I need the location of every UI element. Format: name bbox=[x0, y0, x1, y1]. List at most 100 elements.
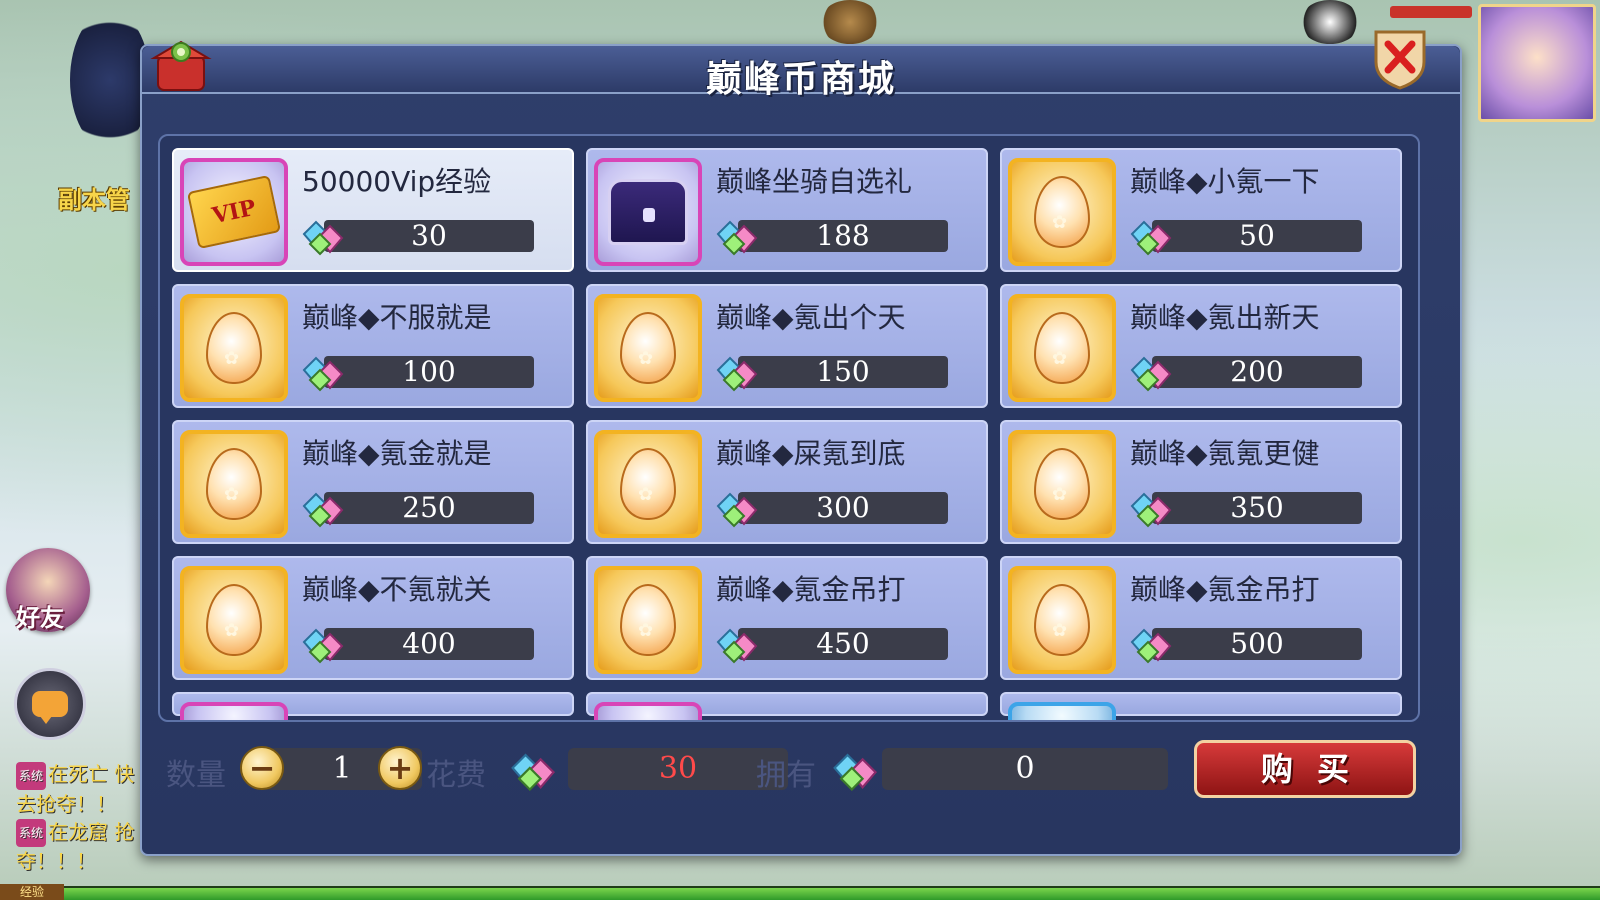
quantity-label: 数量 bbox=[166, 758, 226, 793]
shop-item-card[interactable]: 巅峰◆小氪一下 50 bbox=[1000, 148, 1402, 272]
peak-coin-icon bbox=[716, 220, 758, 256]
egg-icon bbox=[1034, 448, 1090, 520]
shop-item-card[interactable]: 巅峰◆屎氪到底 300 bbox=[586, 420, 988, 544]
item-price: 188 bbox=[738, 220, 948, 252]
chat-bubble-icon bbox=[32, 691, 68, 724]
item-name: 巅峰◆屎氪到底 bbox=[716, 437, 906, 470]
increase-quantity-button[interactable]: + bbox=[378, 746, 422, 790]
item-icon-frame: VIP bbox=[180, 158, 288, 266]
peak-coin-icon bbox=[1130, 628, 1172, 664]
item-name: 巅峰◆氪金吊打 bbox=[1130, 573, 1320, 606]
item-price: 250 bbox=[324, 492, 534, 524]
item-price: 30 bbox=[324, 220, 534, 252]
system-tag: 系统 bbox=[16, 819, 47, 847]
vip-card-icon: VIP bbox=[186, 174, 282, 250]
peak-coin-icon bbox=[716, 356, 758, 392]
system-message-list: 系统 在死亡 快去抢夺！！ 系统 在龙窟 抢夺！！！ bbox=[16, 760, 146, 875]
shop-item-card[interactable]: 巅峰◆氪金吊打 450 bbox=[586, 556, 988, 680]
shop-item-card-partial[interactable] bbox=[586, 692, 988, 720]
friend-label: 好友 bbox=[16, 604, 64, 632]
peak-coin-shop-dialog: 巅峰币商城 VIP 50000Vip经验 30 巅峰坐骑自选礼 188 ✿ 巅峰… bbox=[140, 30, 1462, 856]
peak-coin-icon bbox=[302, 356, 344, 392]
item-name: 50000Vip经验 bbox=[302, 165, 492, 198]
enemy-hp-bar bbox=[1390, 6, 1472, 18]
player-portrait-avatar[interactable] bbox=[1478, 4, 1596, 122]
item-icon-frame bbox=[594, 158, 702, 266]
item-icon-frame bbox=[1008, 294, 1116, 402]
item-name: 巅峰◆氪出新天 bbox=[1130, 301, 1320, 334]
peak-coin-icon bbox=[302, 220, 344, 256]
item-icon-frame bbox=[180, 702, 288, 720]
egg-icon bbox=[620, 584, 676, 656]
shop-item-card[interactable]: VIP 50000Vip经验 30 bbox=[172, 148, 574, 272]
peak-coin-icon bbox=[1130, 220, 1172, 256]
item-price: 200 bbox=[1152, 356, 1362, 388]
shop-item-card[interactable]: 巅峰◆氪出新天 200 bbox=[1000, 284, 1402, 408]
egg-icon bbox=[206, 312, 262, 384]
cost-value: 30 bbox=[568, 748, 788, 790]
item-icon-frame bbox=[1008, 430, 1116, 538]
item-icon-frame bbox=[1008, 566, 1116, 674]
item-grid-panel: VIP 50000Vip经验 30 巅峰坐骑自选礼 188 ✿ 巅峰◆小氪一下 … bbox=[158, 134, 1420, 722]
shop-item-card[interactable]: 巅峰◆氪金就是 250 bbox=[172, 420, 574, 544]
item-icon-frame bbox=[594, 566, 702, 674]
item-grid: VIP 50000Vip经验 30 巅峰坐骑自选礼 188 ✿ 巅峰◆小氪一下 … bbox=[172, 148, 1402, 720]
system-message: 系统 在死亡 快去抢夺！！ bbox=[16, 760, 146, 818]
item-name: 巅峰◆不服就是 bbox=[302, 301, 492, 334]
item-name: 巅峰◆氪出个天 bbox=[716, 301, 906, 334]
item-price: 350 bbox=[1152, 492, 1362, 524]
item-icon-frame bbox=[594, 430, 702, 538]
item-name: 巅峰◆小氪一下 bbox=[1130, 165, 1320, 198]
item-name: 巅峰◆氪金就是 bbox=[302, 437, 492, 470]
peak-coin-icon bbox=[833, 753, 878, 791]
peak-coin-icon bbox=[1130, 356, 1172, 392]
egg-icon bbox=[206, 448, 262, 520]
treasure-chest-icon bbox=[608, 179, 688, 245]
chat-button[interactable] bbox=[14, 668, 86, 740]
item-icon-frame bbox=[180, 430, 288, 538]
item-icon-frame bbox=[180, 566, 288, 674]
item-price: 450 bbox=[738, 628, 948, 660]
item-name: 巅峰◆氪金吊打 bbox=[716, 573, 906, 606]
item-name: 巅峰◆氪氪更健 bbox=[1130, 437, 1320, 470]
panda-npc bbox=[1300, 0, 1360, 44]
shop-item-card[interactable]: 巅峰坐骑自选礼 188 bbox=[586, 148, 988, 272]
peak-coin-icon bbox=[511, 753, 556, 791]
decrease-quantity-button[interactable]: − bbox=[240, 746, 284, 790]
shop-item-card[interactable]: 巅峰◆不服就是 100 bbox=[172, 284, 574, 408]
item-price: 300 bbox=[738, 492, 948, 524]
peak-coin-icon bbox=[716, 492, 758, 528]
close-icon[interactable] bbox=[1368, 26, 1432, 90]
egg-icon bbox=[1034, 312, 1090, 384]
experience-bar bbox=[0, 886, 1600, 900]
shop-item-card[interactable]: 巅峰◆不氪就关 400 bbox=[172, 556, 574, 680]
egg-icon bbox=[620, 312, 676, 384]
system-message: 系统 在龙窟 抢夺！！！ bbox=[16, 818, 146, 876]
item-icon-frame bbox=[1008, 158, 1116, 266]
shop-item-card-partial[interactable] bbox=[1000, 692, 1402, 720]
item-price: 100 bbox=[324, 356, 534, 388]
item-name: 巅峰◆不氪就关 bbox=[302, 573, 492, 606]
dialog-title-bar: 巅峰币商城 bbox=[142, 30, 1460, 100]
peak-coin-icon bbox=[1130, 492, 1172, 528]
npc-character bbox=[820, 0, 880, 44]
shop-item-card[interactable]: 巅峰◆氪金吊打 500 bbox=[1000, 556, 1402, 680]
buy-button[interactable]: 购买 bbox=[1194, 740, 1416, 798]
plus-icon: + bbox=[386, 749, 414, 787]
system-tag: 系统 bbox=[16, 761, 47, 790]
owned-label: 拥有 bbox=[756, 758, 816, 793]
item-icon-frame bbox=[1008, 702, 1116, 720]
egg-icon bbox=[1034, 584, 1090, 656]
item-price: 400 bbox=[324, 628, 534, 660]
item-name: 巅峰坐骑自选礼 bbox=[716, 165, 913, 198]
shop-item-card[interactable]: 巅峰◆氪氪更健 350 bbox=[1000, 420, 1402, 544]
shop-item-card[interactable]: 巅峰◆氪出个天 150 bbox=[586, 284, 988, 408]
peak-coin-icon bbox=[302, 492, 344, 528]
dungeon-manager-label: 副本管 bbox=[58, 186, 130, 214]
cost-label: 花费 bbox=[426, 758, 486, 793]
minus-icon: − bbox=[248, 749, 276, 787]
shop-item-card-partial[interactable] bbox=[172, 692, 574, 720]
item-price: 150 bbox=[738, 356, 948, 388]
dialog-title: 巅峰币商城 bbox=[705, 59, 896, 100]
egg-icon bbox=[1034, 176, 1090, 248]
